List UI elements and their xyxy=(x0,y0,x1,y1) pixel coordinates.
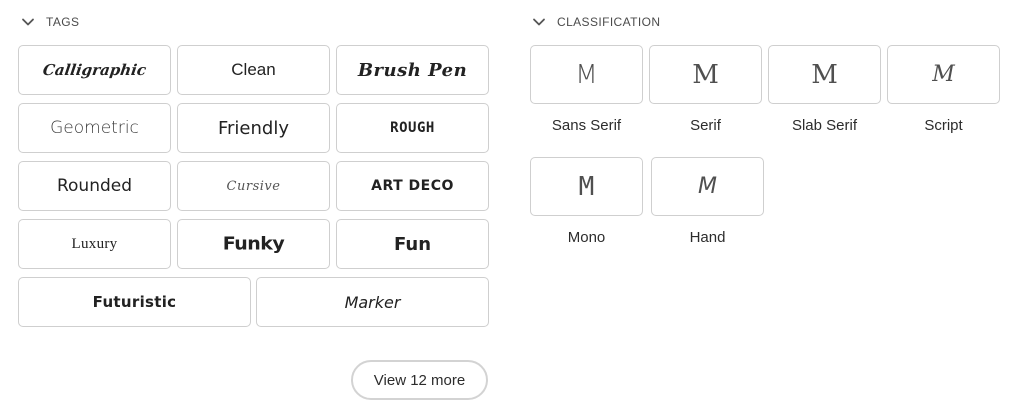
tag-label: ART DECO xyxy=(371,178,454,194)
tag-futuristic[interactable]: Futuristic xyxy=(18,277,251,327)
classification-section-title: CLASSIFICATION xyxy=(557,15,661,29)
tag-friendly[interactable]: Friendly xyxy=(177,103,330,153)
classification-label: Sans Serif xyxy=(551,117,622,134)
tag-art-deco[interactable]: ART DECO xyxy=(336,161,489,211)
tag-calligraphic[interactable]: Calligraphic xyxy=(18,45,171,95)
tag-rounded[interactable]: Rounded xyxy=(18,161,171,211)
tag-luxury[interactable]: Luxury xyxy=(18,219,171,269)
tag-cursive[interactable]: Cursive xyxy=(177,161,330,211)
slab-serif-glyph: M xyxy=(811,59,838,90)
tag-label: Fun xyxy=(393,233,432,255)
classification-label: Mono xyxy=(567,229,606,246)
classification-serif-card[interactable]: M xyxy=(649,45,762,104)
tags-section-title: TAGS xyxy=(46,15,80,29)
classification-label: Hand xyxy=(689,229,726,246)
view-more-button[interactable]: View 12 more xyxy=(351,360,488,400)
tag-label: ROUGH xyxy=(390,120,435,136)
tag-label: Rounded xyxy=(56,176,133,196)
classification-label: Script xyxy=(924,117,963,134)
chevron-down-icon xyxy=(533,18,545,26)
classification-label: Slab Serif xyxy=(791,117,858,134)
tag-label: Funky xyxy=(222,233,285,255)
classification-mono-card[interactable]: M xyxy=(530,157,643,216)
tag-label: Cursive xyxy=(226,178,281,194)
tag-rough[interactable]: ROUGH xyxy=(336,103,489,153)
chevron-down-icon xyxy=(22,18,34,26)
classification-sans-serif-card[interactable]: M xyxy=(530,45,643,104)
tag-funky[interactable]: Funky xyxy=(177,219,330,269)
serif-glyph: M xyxy=(692,59,719,90)
tag-fun[interactable]: Fun xyxy=(336,219,489,269)
classification-slab-serif-card[interactable]: M xyxy=(768,45,881,104)
tag-label: Marker xyxy=(344,292,401,312)
tag-label: Luxury xyxy=(71,235,118,252)
tag-label: Futuristic xyxy=(92,293,177,311)
script-glyph: M xyxy=(932,62,955,87)
tag-label: Clean xyxy=(231,60,276,79)
tag-label: Geometric xyxy=(50,118,139,138)
tag-label: Friendly xyxy=(217,117,289,139)
tag-label: Brush Pen xyxy=(357,59,468,81)
tag-clean[interactable]: Clean xyxy=(177,45,330,95)
sans-serif-glyph: M xyxy=(575,59,598,90)
tag-marker[interactable]: Marker xyxy=(256,277,489,327)
classification-script-card[interactable]: M xyxy=(887,45,1000,104)
tag-geometric[interactable]: Geometric xyxy=(18,103,171,153)
classification-section-toggle[interactable]: CLASSIFICATION xyxy=(531,14,660,30)
hand-glyph: M xyxy=(698,174,717,199)
classification-hand-card[interactable]: M xyxy=(651,157,764,216)
tags-section-toggle[interactable]: TAGS xyxy=(20,14,79,30)
mono-glyph: M xyxy=(578,171,595,202)
tag-brush-pen[interactable]: Brush Pen xyxy=(336,45,489,95)
classification-label: Serif xyxy=(690,117,721,134)
tag-label: Calligraphic xyxy=(41,61,148,79)
